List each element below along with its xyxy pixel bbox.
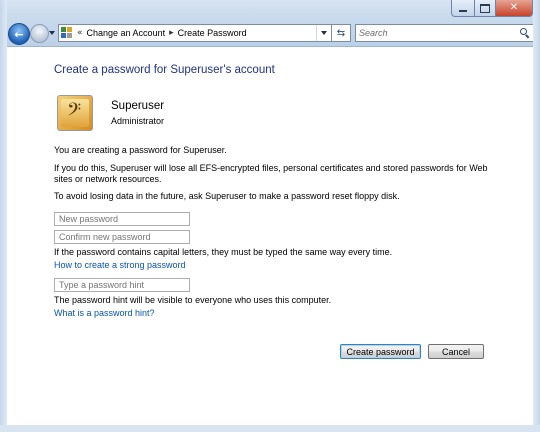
breadcrumb-separator-icon[interactable]: ▸ bbox=[169, 28, 174, 38]
capital-letters-note: If the password contains capital letters… bbox=[54, 247, 393, 257]
bass-clef-icon: 𝄢 bbox=[67, 100, 82, 125]
reset-disk-advice-text: To avoid losing data in the future, ask … bbox=[54, 191, 400, 201]
forward-button[interactable]: → bbox=[30, 24, 49, 43]
search-box[interactable]: Search bbox=[355, 24, 535, 42]
creating-password-text: You are creating a password for Superuse… bbox=[54, 145, 227, 155]
strong-password-link[interactable]: How to create a strong password bbox=[54, 260, 186, 270]
caption-buttons: ✕ bbox=[451, 0, 533, 17]
create-password-button[interactable]: Create password bbox=[340, 344, 421, 359]
chevron-down-icon bbox=[49, 31, 55, 35]
recent-pages-button[interactable] bbox=[48, 28, 56, 38]
user-picture: 𝄢 bbox=[57, 95, 93, 131]
cancel-button[interactable]: Cancel bbox=[428, 344, 484, 359]
user-role: Administrator bbox=[111, 116, 165, 126]
window-frame-bottom bbox=[0, 425, 540, 432]
minimize-button[interactable] bbox=[451, 0, 475, 17]
window-frame-right bbox=[533, 0, 540, 432]
close-icon: ✕ bbox=[509, 2, 519, 13]
password-hint-field[interactable] bbox=[54, 278, 190, 292]
password-hint-link[interactable]: What is a password hint? bbox=[54, 308, 155, 318]
breadcrumb-change-an-account[interactable]: Change an Account bbox=[87, 28, 166, 38]
maximize-icon bbox=[480, 3, 490, 13]
page-title: Create a password for Superuser's accoun… bbox=[54, 64, 275, 76]
search-icon[interactable] bbox=[520, 28, 530, 39]
address-bar[interactable]: « Change an Account ▸ Create Password bbox=[58, 24, 332, 42]
breadcrumb-overflow-icon[interactable]: « bbox=[77, 28, 83, 38]
control-panel-icon bbox=[61, 27, 73, 39]
title-bar: ✕ ← → « Change an Account ▸ Create Passw… bbox=[0, 0, 540, 47]
search-input[interactable]: Search bbox=[359, 28, 520, 38]
hint-visibility-note: The password hint will be visible to eve… bbox=[54, 295, 332, 305]
back-arrow-icon: ← bbox=[14, 27, 24, 41]
chevron-down-icon bbox=[321, 31, 327, 35]
refresh-button[interactable]: ⇆ bbox=[332, 24, 351, 42]
forward-arrow-icon: → bbox=[35, 28, 44, 38]
content-area: Create a password for Superuser's accoun… bbox=[7, 47, 533, 425]
window: ✕ ← → « Change an Account ▸ Create Passw… bbox=[0, 0, 540, 432]
address-dropdown-button[interactable] bbox=[316, 25, 331, 41]
back-button[interactable]: ← bbox=[8, 23, 30, 45]
breadcrumb-create-password[interactable]: Create Password bbox=[178, 28, 247, 38]
data-loss-warning-text: If you do this, Superuser will lose all … bbox=[54, 163, 488, 184]
window-frame-left bbox=[0, 0, 7, 432]
minimize-icon bbox=[459, 10, 467, 12]
confirm-password-field[interactable] bbox=[54, 230, 190, 244]
user-name: Superuser bbox=[111, 100, 165, 112]
maximize-button[interactable] bbox=[475, 0, 496, 17]
bass-clef-user-picture: 𝄢 bbox=[61, 99, 89, 127]
refresh-icon: ⇆ bbox=[336, 27, 346, 39]
close-button[interactable]: ✕ bbox=[496, 0, 533, 17]
new-password-field[interactable] bbox=[54, 212, 190, 226]
